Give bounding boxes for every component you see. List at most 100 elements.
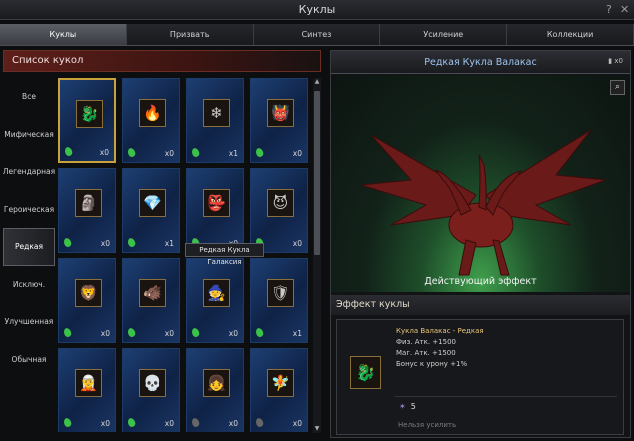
effect-doll-name: Кукла Валакас - Редкая [396,327,484,335]
fire-knight-doll-icon: 👺 [203,189,230,217]
window-title: Куклы [298,3,336,16]
effect-stat-line: Физ. Атк. +1500 [396,338,456,346]
doll-count: x1 [228,149,238,158]
doll-card[interactable]: 💀 x0 [122,348,180,432]
grid-scrollbar[interactable]: ▲ ▼ [313,78,321,433]
category-list: Все Мифическая Легендарная Героическая Р… [3,78,55,378]
doll-card[interactable]: 🗿 x0 [58,168,116,253]
doll-card[interactable]: 🧙 x0 [186,258,244,343]
doll-card[interactable]: 🦁 x0 [58,258,116,343]
doll-count: x0 [228,419,238,428]
doll-card[interactable]: 💎 x1 [122,168,180,253]
doll-effect-box: 🐉 Кукла Валакас - Редкая Физ. Атк. +1500… [336,319,624,435]
doll-card[interactable]: 🐗 x0 [122,258,180,343]
doll-card[interactable]: 🛡 x1 [250,258,308,343]
category-mythic[interactable]: Мифическая [3,116,55,154]
doll-count: x0 [164,329,174,338]
effect-level: ✶ 5 [399,402,416,411]
spirit-gem-icon [190,147,201,158]
lion-doll-icon: 🦁 [75,279,102,307]
category-legendary[interactable]: Легендарная [3,153,55,191]
spirit-gem-icon [126,147,137,158]
valakas-dragon-image [360,129,607,276]
doll-preview-stage: ⌕ [331,75,630,292]
white-hair-girl-doll-icon: 👧 [203,369,230,397]
doll-grid: 🐉x0🔥x0❄x1👹x0🗿x0💎x1👺x0😈x0🦁x0🐗x0🧙x0🛡x1🧝x0💀… [56,76,312,432]
forest-warrior-doll-icon: 🧝 [75,369,102,397]
category-heroic[interactable]: Героическая [3,191,55,229]
valakas-portrait-icon: 🐉 [350,356,381,389]
owned-count-value: x0 [614,57,623,65]
magnifier-icon[interactable]: ⌕ [610,80,625,95]
help-icon[interactable]: ? [606,0,612,20]
crystal-spirit-doll-icon: 💎 [139,189,166,217]
spirit-gem-icon [63,146,74,157]
category-rare[interactable]: Редкая [3,228,55,266]
category-all[interactable]: Все [3,78,55,116]
spirit-gem-icon [62,417,73,428]
spirit-gem-icon [190,327,201,338]
category-improved[interactable]: Улучшенная [3,303,55,341]
close-icon[interactable]: ✕ [620,0,629,20]
tab-synthesis[interactable]: Синтез [253,24,381,45]
doll-count: x0 [100,239,110,248]
green-beast-doll-icon: 👹 [267,99,294,127]
category-exclusive[interactable]: Исключ. [3,266,55,304]
ice-golem-doll-icon: ❄ [203,99,230,127]
doll-card[interactable]: 👧 x0 [186,348,244,432]
doll-card[interactable]: ❄ x1 [186,78,244,163]
spirit-gem-icon [254,327,265,338]
tab-bar: Куклы Призвать Синтез Усиление Коллекции [0,24,634,46]
spirit-gem-icon [62,327,73,338]
tab-summon[interactable]: Призвать [126,24,254,45]
doll-effect-header: Эффект куклы [331,295,630,315]
silver-elf-doll-icon: 🧚 [267,369,294,397]
tab-collections[interactable]: Коллекции [507,24,634,45]
scroll-down-icon[interactable]: ▼ [313,425,321,433]
spirit-gem-icon [126,237,137,248]
tab-dolls[interactable]: Куклы [0,24,127,45]
doll-card[interactable]: 🔥 x0 [122,78,180,163]
stone-golem-doll-icon: 🗿 [75,189,102,217]
tab-enhance[interactable]: Усиление [380,24,508,45]
spirit-gem-icon [254,417,265,428]
scroll-up-icon[interactable]: ▲ [313,78,321,86]
card-icon: ▮ [608,57,613,65]
star-level-icon: ✶ [399,402,406,411]
doll-detail-panel: Редкая Кукла Валакас ▮ x0 ⌕ Действующий … [330,50,631,438]
doll-tooltip: Редкая Кукла Галаксия [185,243,264,266]
effect-stats: Кукла Валакас - Редкая Физ. Атк. +1500 М… [396,326,484,370]
doll-count: x1 [164,239,174,248]
window-titlebar: Куклы ? ✕ [0,0,634,20]
red-demon-doll-icon: 😈 [267,189,294,217]
doll-count: x0 [228,329,238,338]
spirit-gem-icon [254,147,265,158]
owned-count: ▮ x0 [608,57,623,65]
white-mage-doll-icon: 🧙 [203,279,230,307]
doll-count: x1 [292,329,302,338]
doll-card[interactable]: 🐉 x0 [58,78,116,163]
effect-stat-line: Бонус к урону +1% [396,360,468,368]
red-dragon-doll-icon: 🐉 [76,100,103,128]
doll-count: x0 [164,419,174,428]
horned-warrior-doll-icon: 🐗 [139,279,166,307]
doll-count: x0 [164,149,174,158]
doll-card[interactable]: 👹 x0 [250,78,308,163]
armored-knight-doll-icon: 🛡 [267,279,294,307]
fire-spirit-doll-icon: 🔥 [139,99,166,127]
doll-count: x0 [99,148,109,157]
spirit-gem-icon [126,417,137,428]
scroll-thumb[interactable] [314,91,320,255]
doll-card[interactable]: 🧚 x0 [250,348,308,432]
doll-card[interactable]: 🧝 x0 [58,348,116,432]
doll-card[interactable]: 😈 x0 [250,168,308,253]
category-common[interactable]: Обычная [3,341,55,379]
doll-card[interactable]: 👺x0 [186,168,244,253]
doll-count: x0 [100,329,110,338]
cannot-enhance-note: Нельзя усилить [398,421,457,429]
divider [395,396,617,397]
spirit-gem-icon [62,237,73,248]
active-effect-button[interactable]: Действующий эффект [331,274,630,290]
doll-count: x0 [292,239,302,248]
doll-count: x0 [292,419,302,428]
